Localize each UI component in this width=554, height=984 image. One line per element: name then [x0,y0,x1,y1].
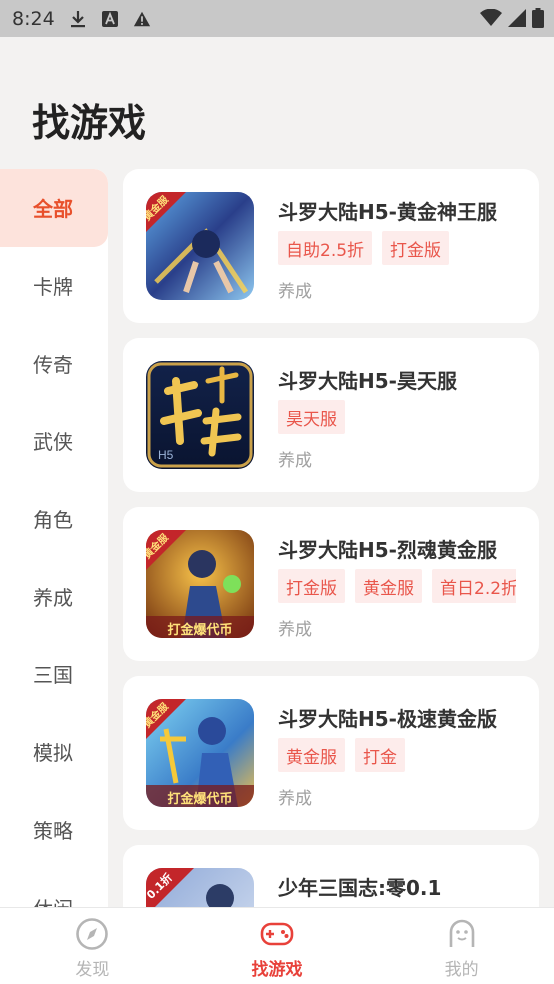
category-role[interactable]: 角色 [0,480,108,558]
game-genre: 养成 [278,282,312,302]
category-three-kingdoms[interactable]: 三国 [0,635,108,713]
game-tag: 黄金服 [278,738,345,772]
category-card[interactable]: 卡牌 [0,247,108,325]
game-genre: 养成 [278,451,312,471]
game-tag: 首日2.2折 [432,569,516,603]
game-genre: 养成 [278,789,312,809]
nav-mine[interactable]: 我的 [369,908,554,984]
nav-label: 找游戏 [251,960,303,980]
font-icon [101,10,119,28]
bottom-nav: 发现 找游戏 我的 [0,907,554,984]
category-sidebar: 全部 卡牌 传奇 武侠 角色 养成 三国 模拟 策略 休闲 [0,169,108,907]
game-card[interactable]: H5 斗罗大陆H5-昊天服 昊天服 养成 [123,338,539,492]
status-time: 8:24 [12,7,55,30]
game-tag: 打金版 [382,231,450,265]
game-tag: 打金版 [278,569,345,603]
thumb-badge: 黄金服 [146,532,171,562]
game-card[interactable]: 0.1折 少年三国志:零0.1 [123,845,539,907]
thumb-badge: 黄金服 [146,194,171,224]
tag-list: 昊天服 [278,400,516,434]
game-list: 黄金服 斗罗大陆H5-黄金神王服 自助2.5折 打金版 养成 H5 斗罗大陆H5… [123,169,539,907]
game-thumbnail: H5 [146,361,254,469]
thumb-badge-container: 黄金服 [146,530,186,570]
gamepad-icon [260,917,294,951]
wifi-icon [480,8,502,31]
thumb-badge: 0.1折 [146,870,175,902]
game-title: 斗罗大陆H5-烈魂黄金服 [278,538,497,562]
game-genre: 养成 [278,620,312,640]
category-simulation[interactable]: 模拟 [0,713,108,791]
game-title: 少年三国志:零0.1 [278,876,442,900]
game-tag: 自助2.5折 [278,231,373,265]
category-all[interactable]: 全部 [0,169,108,247]
status-bar: 8:24 [0,0,554,37]
nav-find-games[interactable]: 找游戏 [185,908,370,984]
user-face-icon [445,917,479,951]
game-card[interactable]: 黄金服 打金爆代币 斗罗大陆H5-极速黄金版 黄金服 打金 养成 [123,676,539,830]
svg-text:H5: H5 [158,448,174,462]
game-tag: 黄金服 [355,569,422,603]
signal-icon [508,9,526,31]
thumb-badge-container: 黄金服 [146,699,186,739]
game-tag: 昊天服 [278,400,345,434]
game-title: 斗罗大陆H5-黄金神王服 [278,200,497,224]
thumb-banner: 打金爆代币 [167,792,233,807]
tag-list: 打金版 黄金服 首日2.2折 [278,569,516,603]
thumb-badge-container: 黄金服 [146,192,186,232]
download-icon [69,10,87,28]
nav-label: 我的 [444,960,479,980]
category-strategy[interactable]: 策略 [0,791,108,869]
thumb-banner: 打金爆代币 [167,623,233,638]
game-tag: 打金 [355,738,405,772]
page-title: 找游戏 [32,101,147,145]
battery-icon [532,8,544,32]
category-casual[interactable]: 休闲 [0,868,108,907]
nav-label: 发现 [75,960,110,980]
game-title: 斗罗大陆H5-昊天服 [278,369,457,393]
category-wuxia[interactable]: 武侠 [0,402,108,480]
warning-icon [133,10,151,28]
tag-list: 自助2.5折 打金版 [278,231,516,265]
category-legend[interactable]: 传奇 [0,324,108,402]
game-title: 斗罗大陆H5-极速黄金版 [278,707,497,731]
game-card[interactable]: 黄金服 打金爆代币 斗罗大陆H5-烈魂黄金服 打金版 黄金服 首日2.2折 养成 [123,507,539,661]
game-card[interactable]: 黄金服 斗罗大陆H5-黄金神王服 自助2.5折 打金版 养成 [123,169,539,323]
thumb-badge-container: 0.1折 [146,868,194,907]
compass-icon [75,917,109,951]
category-nurture[interactable]: 养成 [0,557,108,635]
thumb-badge: 黄金服 [146,701,171,731]
tag-list: 黄金服 打金 [278,738,516,772]
nav-discover[interactable]: 发现 [0,908,185,984]
